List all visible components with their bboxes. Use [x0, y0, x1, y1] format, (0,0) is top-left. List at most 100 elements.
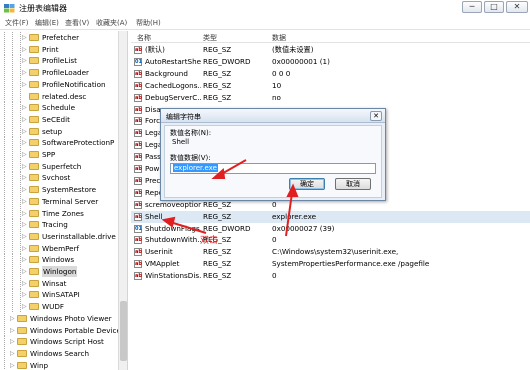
menu-file[interactable]: 文件(F) — [5, 18, 29, 28]
tree-item[interactable]: related.desc — [0, 90, 127, 102]
tree-item[interactable]: ▷ SPP — [0, 149, 127, 160]
expand-icon[interactable]: ▷ — [22, 163, 28, 170]
tree-item[interactable]: ▷ Windows Portable Devices — [0, 324, 127, 336]
expand-icon[interactable]: ▷ — [10, 350, 16, 357]
tree-item[interactable]: ▷ setup — [0, 125, 127, 137]
expand-icon[interactable]: ▷ — [22, 221, 28, 228]
value-data-cell: 0x00000001 (1) — [272, 56, 330, 66]
edit-string-dialog: 编辑字符串 ✕ 数值名称(N): Shell 数值数据(V): explorer… — [160, 108, 386, 201]
tree-scrollbar[interactable] — [118, 31, 127, 370]
value-row[interactable]: ab WinStationsDis... REG_SZ 0 — [131, 270, 530, 282]
tree-item[interactable]: ▷ SoftwareProtectionP — [0, 137, 127, 149]
menu-edit[interactable]: 编辑(E) — [35, 18, 59, 28]
tree-item[interactable]: ▷ Windows Photo Viewer — [0, 312, 127, 324]
tree-item[interactable]: ▷ WbemPerf — [0, 242, 127, 254]
tree-item[interactable]: ▷ Tracing — [0, 219, 127, 231]
expand-icon[interactable]: ▷ — [22, 210, 28, 217]
tree-guide — [4, 137, 10, 149]
string-value-icon: ab — [134, 81, 142, 90]
tree-guide — [4, 102, 10, 114]
expand-icon[interactable]: ▷ — [22, 245, 28, 252]
expand-icon[interactable]: ▷ — [22, 151, 28, 158]
value-row[interactable]: 01 ShutdownFlags REG_DWORD 0x00000027 (39) — [131, 223, 530, 235]
expand-icon[interactable]: ▷ — [22, 104, 28, 111]
minimize-button[interactable]: ─ — [462, 1, 482, 13]
value-row[interactable]: ab Shell REG_SZ explorer.exe — [131, 210, 530, 223]
tree-item-label: Winlogon — [42, 266, 78, 277]
expand-icon[interactable]: ▷ — [22, 256, 28, 263]
column-name-header[interactable]: 名称 — [137, 33, 151, 43]
value-name-cell: CachedLogons... — [145, 80, 201, 90]
value-name-cell: ShutdownWith... — [145, 235, 201, 245]
tree-item[interactable]: ▷ Userinstallable.drive — [0, 230, 127, 242]
cancel-button[interactable]: 取消 — [335, 178, 371, 190]
value-row[interactable]: ab ShutdownWith... REG_SZ 0 — [131, 234, 530, 246]
value-row[interactable]: ab DebugServerC... REG_SZ no — [131, 92, 530, 104]
expand-icon[interactable]: ▷ — [22, 139, 28, 146]
tree-item[interactable]: ▷ Terminal Server — [0, 195, 127, 207]
expand-icon[interactable]: ▷ — [22, 233, 28, 240]
expand-icon[interactable]: ▷ — [10, 362, 16, 369]
expand-icon[interactable]: ▷ — [22, 34, 28, 41]
value-row[interactable]: ab Userinit REG_SZ C:\Windows\system32\user… — [131, 246, 530, 258]
tree-item[interactable]: ▷ Windows — [0, 254, 127, 266]
value-row[interactable]: ab Background REG_SZ 0 0 0 — [131, 68, 530, 80]
expand-icon[interactable]: ▷ — [22, 69, 28, 76]
dialog-title-bar[interactable]: 编辑字符串 ✕ — [161, 109, 385, 123]
tree-item[interactable]: ▷ Winsat — [0, 277, 127, 289]
expand-icon[interactable]: ▷ — [22, 46, 28, 53]
expand-icon[interactable]: ▷ — [22, 280, 28, 287]
expand-icon[interactable]: ▷ — [22, 303, 28, 310]
tree-item[interactable]: ▷ SeCEdit — [0, 113, 127, 125]
expand-icon[interactable]: ▷ — [22, 198, 28, 205]
value-row[interactable]: ab CachedLogons... REG_SZ 10 — [131, 80, 530, 92]
ok-button[interactable]: 确定 — [289, 178, 325, 190]
expand-icon[interactable]: ▷ — [22, 57, 28, 64]
tree-item[interactable]: ▷ Print — [0, 43, 127, 55]
tree-item[interactable]: ▷ WUDF — [0, 301, 127, 313]
value-data-input[interactable]: explorer.exe — [170, 163, 376, 174]
tree-item[interactable]: ▷ Windows Search — [0, 347, 127, 359]
tree-item[interactable]: ▷ Superfetch — [0, 160, 127, 172]
value-row[interactable]: ab (默认) REG_SZ (数值未设置) — [131, 44, 530, 56]
column-data-header[interactable]: 数据 — [272, 33, 286, 43]
tree-scrollbar-thumb[interactable] — [120, 301, 127, 361]
tree-item[interactable]: ▷ Windows Script Host — [0, 336, 127, 348]
tree-item[interactable]: ▷ Winp — [0, 359, 127, 370]
tree-item[interactable]: ▷ Winlogon — [0, 266, 127, 277]
expand-icon[interactable]: ▷ — [10, 327, 16, 334]
value-type-cell: REG_SZ — [203, 271, 232, 281]
registry-tree[interactable]: ▷ Prefetcher ▷ Print ▷ ProfileList ▷ ProfileLoa… — [0, 31, 128, 370]
expand-icon[interactable]: ▷ — [10, 315, 16, 322]
expand-icon[interactable]: ▷ — [10, 338, 16, 345]
tree-item[interactable]: ▷ Svchost — [0, 172, 127, 184]
expand-icon[interactable]: ▷ — [22, 81, 28, 88]
expand-icon[interactable]: ▷ — [22, 291, 28, 298]
expand-icon[interactable]: ▷ — [22, 128, 28, 135]
column-type-header[interactable]: 类型 — [203, 33, 217, 43]
dialog-close-button[interactable]: ✕ — [370, 111, 382, 121]
menu-favorites[interactable]: 收藏夹(A) — [96, 18, 127, 28]
tree-item[interactable]: ▷ ProfileList — [0, 55, 127, 67]
value-row[interactable]: 01 AutoRestartShell REG_DWORD 0x00000001 (1… — [131, 56, 530, 68]
expand-icon[interactable]: ▷ — [22, 268, 28, 275]
menu-view[interactable]: 查看(V) — [65, 18, 89, 28]
expand-icon[interactable] — [22, 93, 28, 100]
string-value-icon: ab — [134, 200, 142, 209]
string-value-icon: ab — [134, 69, 142, 78]
tree-item[interactable]: ▷ ProfileNotification — [0, 78, 127, 90]
tree-item[interactable]: ▷ SystemRestore — [0, 184, 127, 196]
maximize-button[interactable]: □ — [484, 1, 504, 13]
tree-item[interactable]: ▷ Time Zones — [0, 207, 127, 219]
value-row[interactable]: ab VMApplet REG_SZ SystemPropertiesPerforma… — [131, 258, 530, 270]
expand-icon[interactable]: ▷ — [22, 186, 28, 193]
tree-item[interactable]: ▷ Prefetcher — [0, 32, 127, 43]
tree-item[interactable]: ▷ ProfileLoader — [0, 67, 127, 79]
expand-icon[interactable]: ▷ — [22, 116, 28, 123]
expand-icon[interactable]: ▷ — [22, 174, 28, 181]
tree-item[interactable]: ▷ WinSATAPI — [0, 289, 127, 301]
close-button[interactable]: ✕ — [506, 1, 528, 13]
menu-help[interactable]: 帮助(H) — [136, 18, 161, 28]
tree-item[interactable]: ▷ Schedule — [0, 102, 127, 114]
folder-icon — [29, 34, 39, 41]
